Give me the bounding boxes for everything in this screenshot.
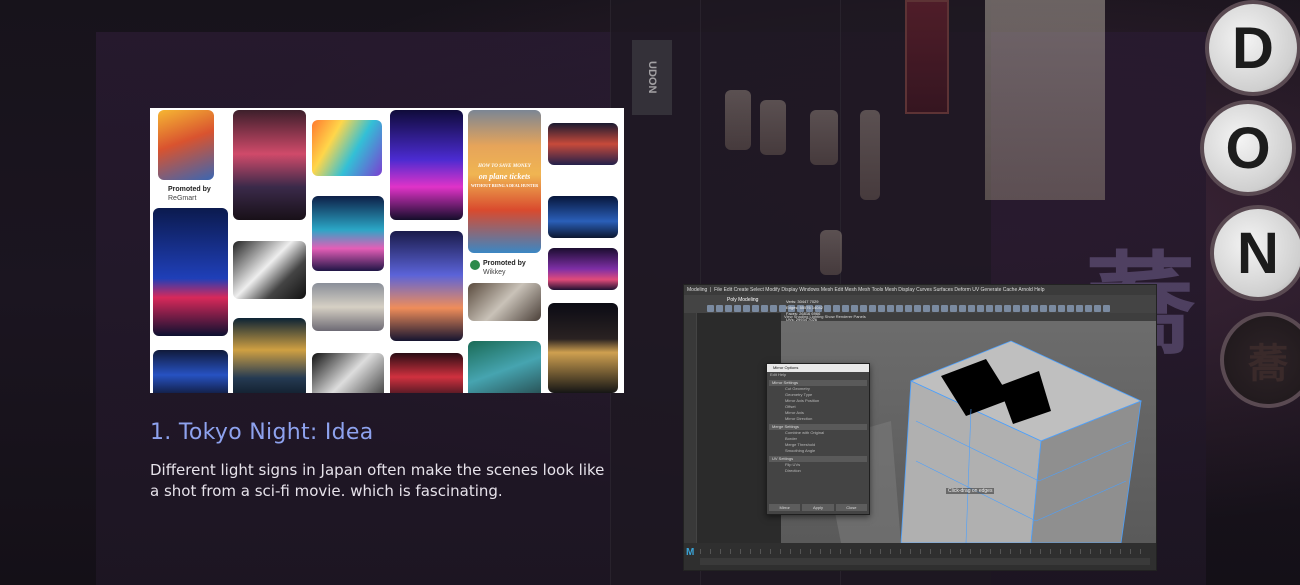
pin-lagoon <box>468 341 541 393</box>
dialog-buttons: Mirror Apply Close <box>769 504 867 511</box>
pin-bw-crowd <box>312 353 384 393</box>
shop-sign <box>905 0 949 114</box>
promoted-caption: Promoted by Wikkey <box>483 260 526 276</box>
udon-sign: UDON <box>632 40 672 115</box>
sign-disc: 蕎 <box>1220 312 1300 408</box>
mirror-options-dialog: Mirror Options Edit Help Mirror Settings… <box>766 363 870 515</box>
pin-rainbow-street <box>312 120 382 176</box>
maya-logo: M <box>686 547 695 558</box>
pin-bw-street <box>233 241 306 299</box>
section-title: 1. Tokyo Night: Idea <box>150 420 374 445</box>
pin-shibuya <box>390 231 463 341</box>
pin-skyline <box>312 283 384 331</box>
dialog-row: Mirror Direction <box>785 416 813 421</box>
maya-toolbox <box>684 313 696 543</box>
maya-timeline: M <box>684 543 1156 570</box>
lantern <box>760 100 786 155</box>
pin-travel-ad: HOW TO SAVE MONEY on plane tickets WITHO… <box>468 110 541 253</box>
apply-button: Apply <box>802 504 834 511</box>
pin-city-night <box>548 196 618 238</box>
lantern <box>725 90 751 150</box>
maya-shelf: Poly Modeling <box>684 295 1156 313</box>
pin-day-night-game <box>158 110 214 180</box>
close-button: Close <box>835 504 867 511</box>
dialog-title: Mirror Options <box>767 364 869 372</box>
lantern <box>860 110 880 200</box>
maya-screenshot: Modeling | File Edit Create Select Modif… <box>683 284 1157 571</box>
hanging-sign <box>985 0 1105 200</box>
pin-old-street <box>468 283 541 321</box>
lantern <box>820 230 842 275</box>
pin-night-crossing <box>548 123 618 165</box>
viewport-tooltip: Click-drag on edges <box>946 488 995 494</box>
lantern <box>810 110 838 165</box>
pin-red-signs <box>390 353 463 393</box>
pin-lantern-alley <box>233 318 306 393</box>
promoted-caption: Promoted by ReGmart <box>168 186 211 202</box>
pin-neon-bar <box>153 208 228 336</box>
dialog-menu: Edit Help <box>770 372 787 377</box>
panel-menu: View Shading Lighting Show Renderer Pane… <box>781 313 1156 321</box>
time-slider <box>700 549 1150 554</box>
advertiser-avatar <box>470 260 480 270</box>
moodboard-image: Promoted by ReGmart HOW TO SAVE MONEY on … <box>150 108 624 393</box>
pin-purple-alley <box>390 110 463 220</box>
pin-neon-crossing <box>548 248 618 290</box>
section-description: Different light signs in Japan often mak… <box>150 461 605 500</box>
sign-disc: N <box>1210 205 1300 301</box>
maya-menu: Modeling | File Edit Create Select Modif… <box>687 287 1045 293</box>
sign-disc: D <box>1205 0 1300 96</box>
sign-disc: O <box>1200 100 1296 196</box>
range-slider <box>700 558 1150 565</box>
pin-illustration <box>312 196 384 271</box>
dialog-row: Smoothing Angle <box>785 448 816 453</box>
maya-menu-bar: Modeling | File Edit Create Select Modif… <box>684 285 1156 295</box>
mirror-button: Mirror <box>769 504 801 511</box>
hud-poly-count: Verts: 30447 7029 Edges: 55576 14042 Fac… <box>786 299 823 322</box>
pin-loft-street <box>233 110 306 220</box>
dialog-row: Direction <box>785 468 801 473</box>
pin-tall-buildings <box>548 303 618 393</box>
pin-blue-street <box>153 350 228 393</box>
